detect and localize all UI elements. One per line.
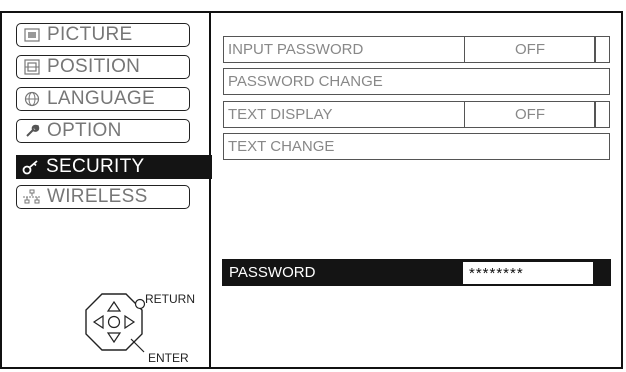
network-icon bbox=[19, 189, 45, 205]
sidebar-item-wireless[interactable]: WIRELESS bbox=[16, 185, 190, 209]
sidebar-item-label: SECURITY bbox=[46, 156, 145, 177]
key-icon bbox=[18, 159, 44, 175]
row-label: TEXT CHANGE bbox=[228, 138, 335, 155]
text-display-value[interactable]: OFF bbox=[464, 101, 596, 128]
input-password-value[interactable]: OFF bbox=[464, 36, 596, 63]
row-label: INPUT PASSWORD bbox=[228, 41, 364, 58]
enter-pointer-icon bbox=[130, 338, 145, 353]
sidebar-divider bbox=[209, 11, 211, 369]
position-icon bbox=[19, 59, 45, 75]
sidebar-item-picture[interactable]: PICTURE bbox=[16, 23, 190, 47]
return-label: RETURN bbox=[145, 292, 195, 306]
text-change-row[interactable]: TEXT CHANGE bbox=[223, 133, 610, 160]
globe-icon bbox=[19, 91, 45, 107]
row-end-cap bbox=[594, 101, 610, 128]
password-label: PASSWORD bbox=[229, 264, 316, 281]
password-change-row[interactable]: PASSWORD CHANGE bbox=[223, 68, 610, 95]
sidebar-item-option[interactable]: OPTION bbox=[16, 119, 190, 143]
text-display-row[interactable]: TEXT DISPLAY OFF bbox=[223, 101, 610, 128]
row-end-cap bbox=[594, 36, 610, 63]
sidebar-item-language[interactable]: LANGUAGE bbox=[16, 87, 190, 111]
sidebar-item-label: POSITION bbox=[47, 56, 141, 77]
sidebar-item-label: PICTURE bbox=[47, 24, 133, 45]
row-label: TEXT DISPLAY bbox=[228, 106, 333, 123]
sidebar-item-security[interactable]: SECURITY bbox=[16, 155, 212, 179]
enter-label: ENTER bbox=[148, 351, 189, 365]
password-input[interactable]: ******** bbox=[463, 262, 593, 284]
sidebar-item-label: WIRELESS bbox=[47, 186, 148, 207]
sidebar-item-position[interactable]: POSITION bbox=[16, 55, 190, 79]
sidebar-item-label: OPTION bbox=[47, 120, 122, 141]
row-label: PASSWORD CHANGE bbox=[228, 73, 383, 90]
picture-icon bbox=[19, 28, 45, 42]
sidebar-item-label: LANGUAGE bbox=[47, 88, 155, 109]
input-password-row[interactable]: INPUT PASSWORD OFF bbox=[223, 36, 610, 63]
wrench-icon bbox=[19, 123, 45, 139]
password-entry-row: PASSWORD ******** bbox=[222, 259, 611, 286]
